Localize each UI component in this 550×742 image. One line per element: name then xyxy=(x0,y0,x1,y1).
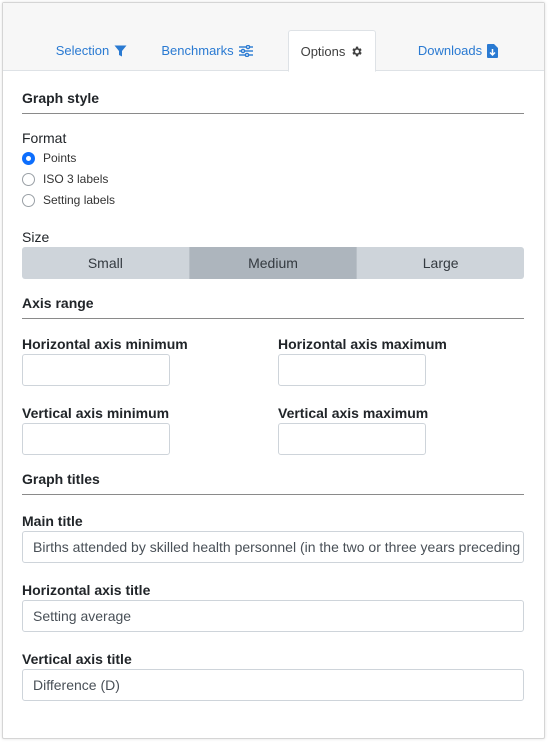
size-medium-button[interactable]: Medium xyxy=(189,247,358,279)
v-axis-title-input[interactable]: Difference (D) xyxy=(22,669,524,701)
h-axis-title-input[interactable]: Setting average xyxy=(22,600,524,632)
h-axis-title-label: Horizontal axis title xyxy=(22,582,151,598)
section-axis-range: Axis range xyxy=(22,295,524,319)
size-selector: Small Medium Large xyxy=(22,247,524,279)
tab-selection-label: Selection xyxy=(55,43,110,58)
section-graph-style: Graph style xyxy=(22,90,524,114)
v-axis-min-label: Vertical axis minimum xyxy=(22,405,170,421)
h-axis-max-input[interactable] xyxy=(278,354,426,386)
main-title-input[interactable]: Births attended by skilled health person… xyxy=(22,531,524,563)
size-large-button[interactable]: Large xyxy=(357,247,524,279)
tab-bar: Selection Benchmarks Options Downloads xyxy=(3,3,544,72)
filter-icon xyxy=(114,45,127,56)
radio-format-iso3[interactable]: ISO 3 labels xyxy=(22,171,108,187)
v-axis-min-input[interactable] xyxy=(22,423,170,455)
main-title-label: Main title xyxy=(22,513,83,529)
v-axis-title-label: Vertical axis title xyxy=(22,651,132,667)
file-download-icon xyxy=(487,43,499,58)
radio-format-points[interactable]: Points xyxy=(22,150,76,166)
tab-options[interactable]: Options xyxy=(288,30,376,72)
size-small-button[interactable]: Small xyxy=(22,247,190,279)
tab-benchmarks[interactable]: Benchmarks xyxy=(157,30,257,71)
radio-button[interactable] xyxy=(22,172,35,186)
radio-button[interactable] xyxy=(22,193,35,207)
section-graph-titles: Graph titles xyxy=(22,471,524,495)
radio-format-setting-labels[interactable]: Setting labels xyxy=(22,192,115,208)
v-axis-max-input[interactable] xyxy=(278,423,426,455)
size-label: Size xyxy=(22,229,50,245)
sliders-icon xyxy=(238,44,253,57)
h-axis-min-label: Horizontal axis minimum xyxy=(22,336,188,352)
h-axis-min-input[interactable] xyxy=(22,354,170,386)
format-label: Format xyxy=(22,130,67,146)
tab-downloads-label: Downloads xyxy=(417,43,483,58)
tab-benchmarks-label: Benchmarks xyxy=(161,43,234,58)
radio-label: Setting labels xyxy=(43,193,116,207)
radio-button[interactable] xyxy=(22,151,35,165)
radio-label: ISO 3 labels xyxy=(43,172,109,186)
tab-selection[interactable]: Selection xyxy=(39,30,144,71)
h-axis-max-label: Horizontal axis maximum xyxy=(278,336,447,352)
radio-label: Points xyxy=(43,151,77,165)
v-axis-max-label: Vertical axis maximum xyxy=(278,405,429,421)
gear-icon xyxy=(352,46,363,56)
tab-downloads[interactable]: Downloads xyxy=(408,30,508,71)
tab-options-label: Options xyxy=(300,43,346,59)
